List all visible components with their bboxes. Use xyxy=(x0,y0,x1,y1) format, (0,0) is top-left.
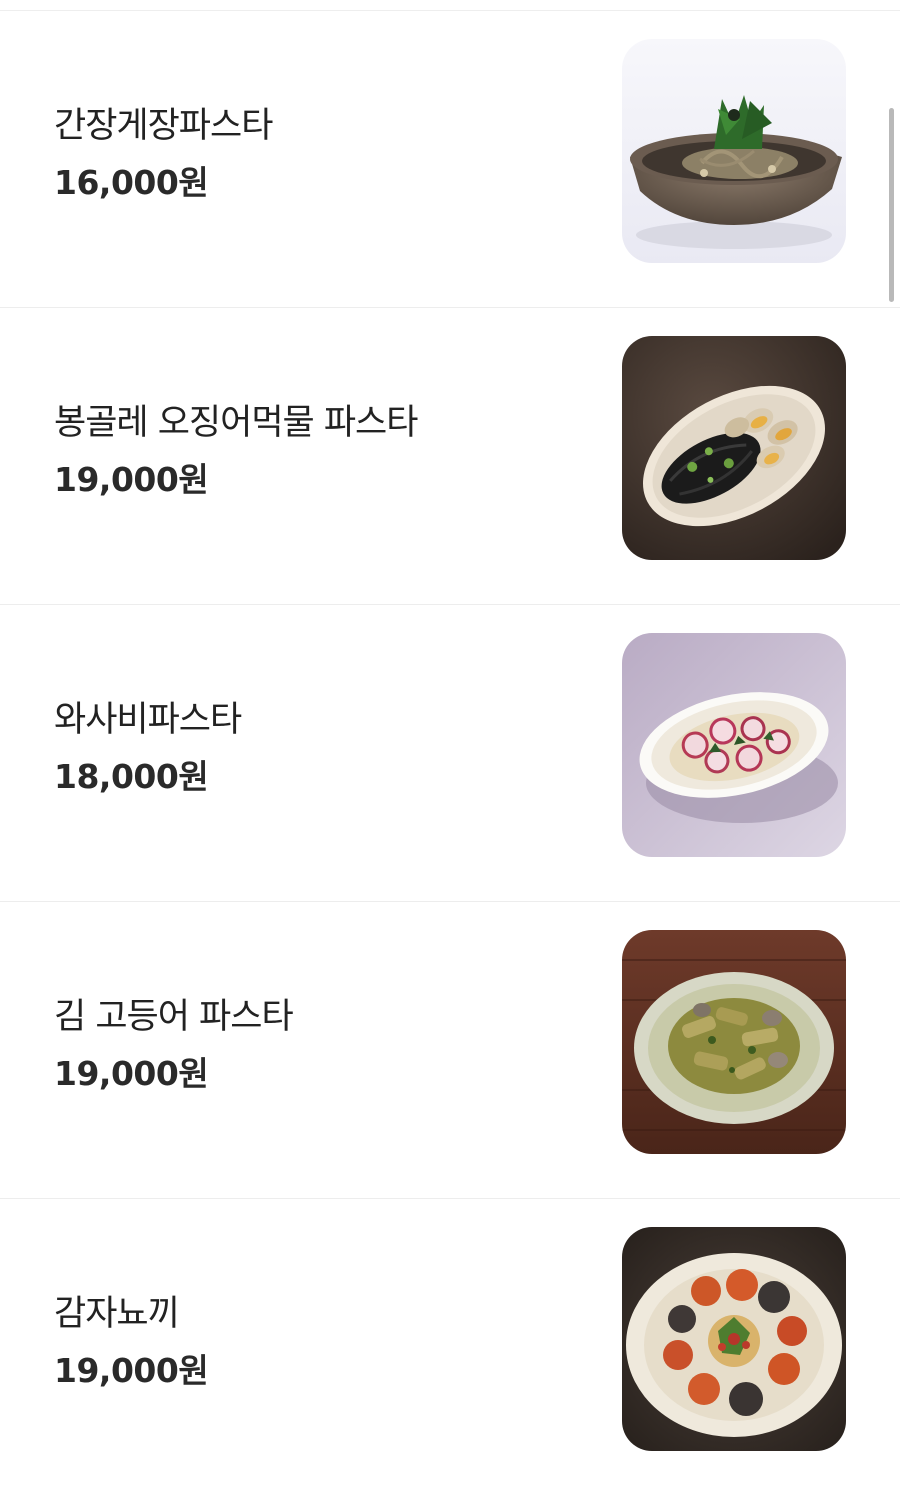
menu-item-price: 19,000원 xyxy=(54,460,209,499)
menu-item-photo[interactable] xyxy=(622,336,846,560)
menu-item-name: 김 고등어 파스타 xyxy=(54,997,294,1037)
menu-list: 간장게장파스타 16,000원 봉골레 오징어먹물 파스타 19,000원 와사… xyxy=(0,11,900,1496)
menu-item-price: 19,000원 xyxy=(54,1054,209,1093)
menu-item-photo[interactable] xyxy=(622,633,846,857)
menu-item-price: 16,000원 xyxy=(54,163,209,202)
menu-item[interactable]: 감자뇨끼 19,000원 xyxy=(0,1199,900,1496)
menu-item-price: 19,000원 xyxy=(54,1351,209,1390)
menu-item-name: 와사비파스타 xyxy=(54,700,242,740)
menu-item-photo[interactable] xyxy=(622,930,846,1154)
menu-item-price: 18,000원 xyxy=(54,757,209,796)
menu-item-name: 봉골레 오징어먹물 파스타 xyxy=(54,403,418,443)
menu-item-photo[interactable] xyxy=(622,39,846,263)
menu-item[interactable]: 간장게장파스타 16,000원 xyxy=(0,11,900,308)
vertical-scrollbar[interactable] xyxy=(889,108,894,302)
menu-item[interactable]: 김 고등어 파스타 19,000원 xyxy=(0,902,900,1199)
menu-item-name: 감자뇨끼 xyxy=(54,1294,180,1334)
menu-item[interactable]: 봉골레 오징어먹물 파스타 19,000원 xyxy=(0,308,900,605)
menu-item-name: 간장게장파스타 xyxy=(54,106,273,146)
menu-item[interactable]: 와사비파스타 18,000원 xyxy=(0,605,900,902)
menu-item-photo[interactable] xyxy=(622,1227,846,1451)
